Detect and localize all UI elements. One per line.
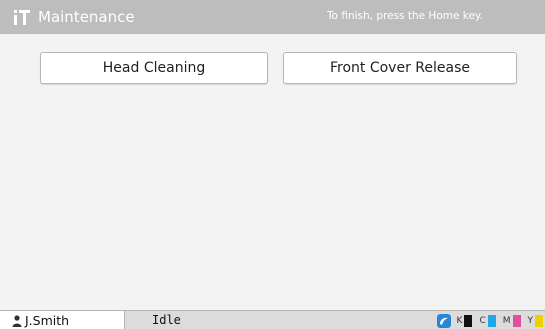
ink-c: C	[479, 314, 496, 327]
head-cleaning-button[interactable]: Head Cleaning	[40, 52, 268, 84]
user-icon	[12, 314, 22, 327]
maintenance-screen: Maintenance To finish, press the Home ke…	[0, 0, 545, 329]
machine-status: Idle	[152, 313, 181, 327]
ink-k: K	[456, 314, 473, 327]
user-name: J.Smith	[25, 313, 70, 328]
ink-c-label: C	[479, 315, 486, 326]
ink-m: M	[502, 314, 521, 327]
ink-y: Y	[527, 314, 543, 327]
ink-levels: K C M Y	[436, 311, 545, 329]
user-indicator[interactable]: J.Smith	[0, 311, 125, 329]
status-bar: J.Smith Idle K C M Y	[0, 310, 545, 329]
front-cover-release-button[interactable]: Front Cover Release	[283, 52, 517, 84]
ink-m-swatch	[512, 314, 521, 327]
title-bar: Maintenance To finish, press the Home ke…	[0, 0, 545, 34]
ink-m-label: M	[502, 315, 511, 326]
app-icon[interactable]	[436, 313, 451, 328]
home-key-hint: To finish, press the Home key.	[326, 10, 483, 22]
ink-k-label: K	[456, 315, 463, 326]
ink-y-swatch	[535, 314, 543, 327]
ink-k-swatch	[464, 314, 473, 327]
ink-y-label: Y	[527, 315, 534, 326]
ink-c-swatch	[487, 314, 496, 327]
content-area: Head Cleaning Front Cover Release	[0, 34, 545, 310]
page-title: Maintenance	[38, 8, 135, 26]
maintenance-icon	[14, 10, 30, 25]
